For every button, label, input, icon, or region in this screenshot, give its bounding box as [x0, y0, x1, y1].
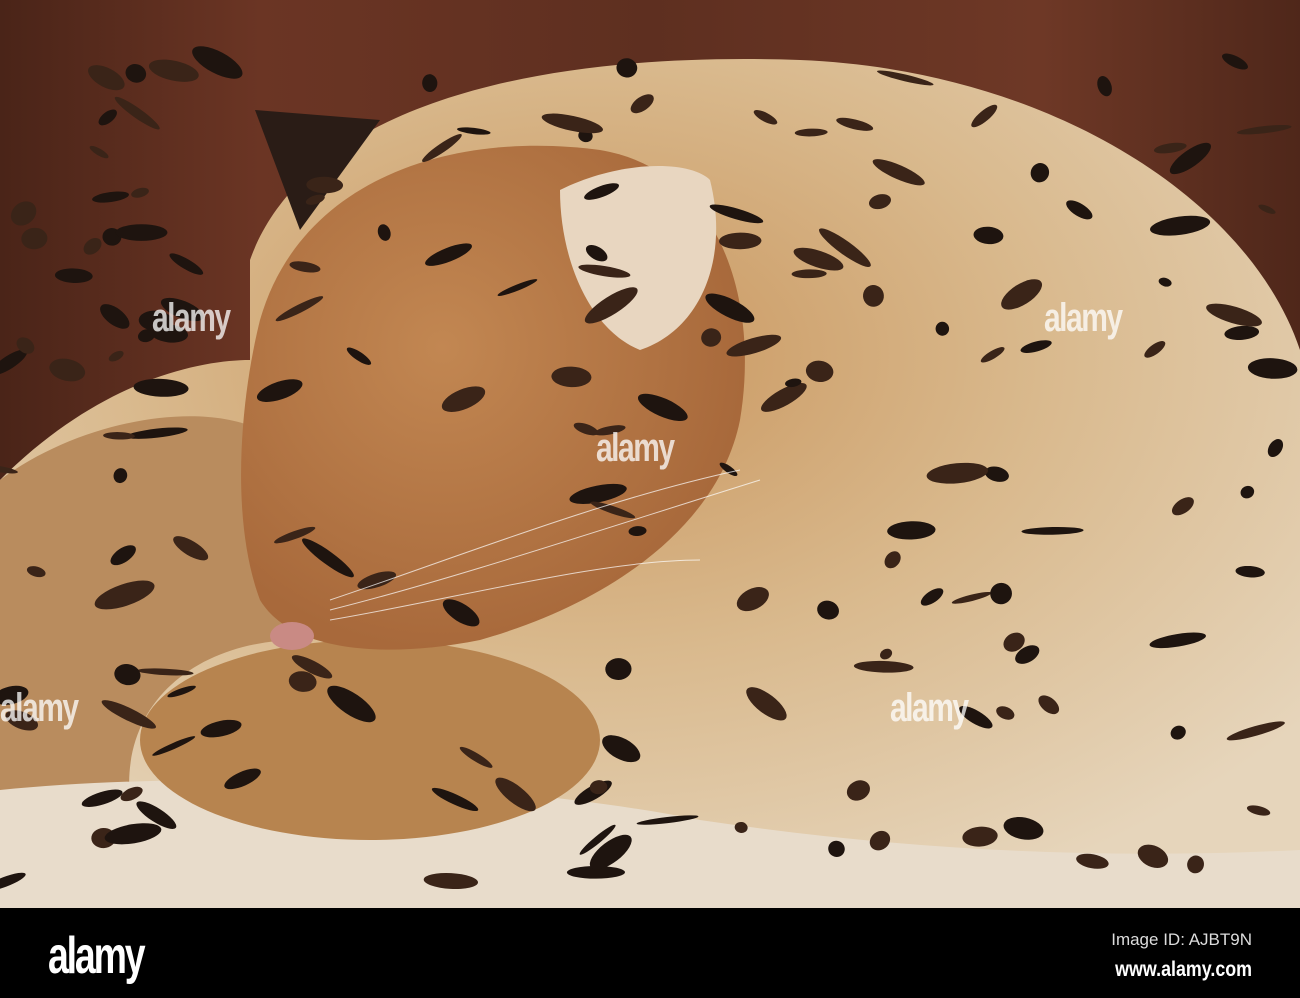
fur-spot — [108, 350, 124, 362]
watermark: alamy — [0, 686, 79, 730]
fur-spot — [88, 65, 125, 91]
fur-spot — [1258, 204, 1276, 214]
site-link[interactable]: www.alamy.com — [1115, 958, 1252, 982]
fur-spot — [10, 201, 37, 226]
fur-spot — [115, 224, 168, 241]
fur-spot — [100, 304, 130, 329]
fur-spot — [1097, 76, 1112, 97]
watermark: alamy — [890, 686, 969, 730]
fur-spot — [89, 145, 109, 159]
fur-spot — [148, 59, 199, 82]
watermark: alamy — [152, 296, 231, 340]
alamy-logo[interactable]: alamy — [48, 926, 146, 986]
stock-photo-page: alamy alamy alamy alamy alamy alamy Imag… — [0, 0, 1300, 998]
fur-spot — [1153, 142, 1187, 154]
fur-spot — [114, 96, 160, 130]
footer-bar: alamy Image ID: AJBT9N www.alamy.com — [0, 908, 1300, 998]
fur-spot — [98, 109, 117, 126]
fur-spot — [1236, 124, 1292, 135]
fur-spot — [125, 64, 147, 83]
fur-spot — [131, 187, 149, 198]
fur-spot — [49, 358, 86, 382]
nose — [270, 622, 314, 650]
watermark: alamy — [1044, 296, 1123, 340]
fur-spot — [92, 191, 129, 203]
ocelot-photo: alamy alamy alamy alamy alamy — [0, 0, 1300, 908]
fur-spot — [21, 227, 48, 250]
fur-spot — [169, 253, 204, 275]
fur-spot — [83, 237, 102, 255]
fur-spot — [422, 74, 438, 93]
fur-spot — [54, 268, 93, 283]
watermark: alamy — [596, 426, 675, 470]
image-id: Image ID: AJBT9N — [1111, 930, 1252, 949]
fur-spot — [1222, 53, 1248, 70]
